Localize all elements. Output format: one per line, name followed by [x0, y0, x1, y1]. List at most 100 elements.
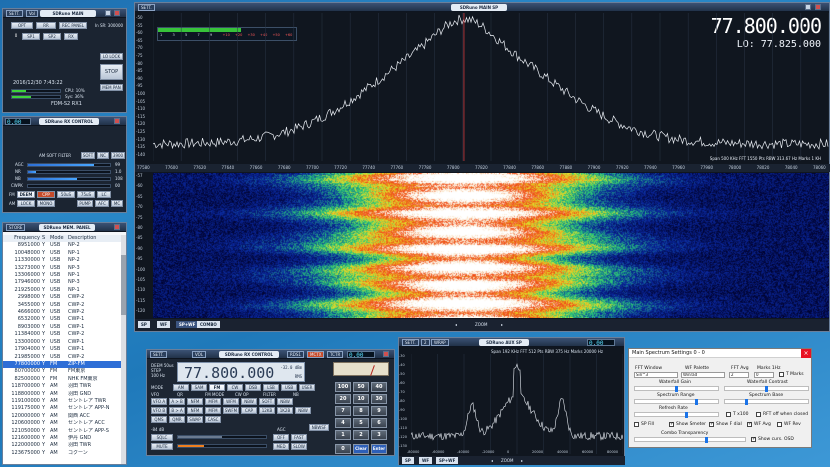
- memory-row[interactable]: 11384000 Y USB CWP-2: [3, 331, 122, 338]
- memory-row[interactable]: 119100000 Y AM セントレア TWR: [3, 398, 122, 405]
- aux-zoom-minus-icon[interactable]: ◂: [491, 458, 493, 463]
- aux-number-button[interactable]: 2: [421, 339, 430, 346]
- rds1-button[interactable]: RDS1: [287, 351, 304, 358]
- zero-button[interactable]: 0: [11, 33, 21, 40]
- key-7[interactable]: 7: [335, 406, 351, 416]
- 50us-button[interactable]: 50uS: [57, 191, 75, 198]
- memory-row[interactable]: 123675000 Y AM コクーン: [3, 450, 122, 457]
- memory-row[interactable]: 21925000 Y USB NP-1: [3, 287, 122, 294]
- memory-scrollbar[interactable]: [121, 235, 126, 464]
- key-8[interactable]: 8: [353, 406, 369, 416]
- combo-transparency-slider[interactable]: [634, 437, 746, 443]
- minimize-icon[interactable]: [105, 10, 111, 16]
- mode-button-mfm[interactable]: MFM: [205, 407, 221, 414]
- mode-button-usb[interactable]: USB: [281, 384, 297, 391]
- mode-button-12kb[interactable]: 12KB: [259, 407, 275, 414]
- key-6[interactable]: 6: [371, 418, 387, 428]
- mode-button-a-b[interactable]: A > B: [169, 398, 185, 405]
- zoom-plus-icon[interactable]: ▸: [501, 322, 503, 327]
- marks-select[interactable]: 0: [754, 372, 774, 378]
- memory-row[interactable]: 122000000 Y AM 羽田 TWR: [3, 442, 122, 449]
- wf-view-button[interactable]: WF: [157, 321, 171, 328]
- mc-button[interactable]: MC: [111, 200, 123, 207]
- tctr-button[interactable]: TCTR: [327, 351, 344, 358]
- sp-fill-checkbox[interactable]: [634, 422, 639, 427]
- agc-slow-button[interactable]: SLOW: [291, 443, 307, 450]
- squelch-slider[interactable]: [177, 435, 267, 439]
- sett-button[interactable]: SETT.: [150, 351, 167, 358]
- waterfall-gain-slider[interactable]: [634, 386, 719, 392]
- mode-button-cap[interactable]: CAP: [241, 407, 257, 414]
- close-icon[interactable]: [383, 351, 389, 357]
- mode-button-nbw[interactable]: NBW: [241, 398, 257, 405]
- combo-view-button[interactable]: COMBO: [197, 321, 220, 328]
- 75us-button[interactable]: 75uS: [77, 191, 95, 198]
- memory-row[interactable]: 11330000 Y USB NP-2: [3, 257, 122, 264]
- mctx-button[interactable]: MCTX: [307, 351, 325, 358]
- sett-button[interactable]: SETT.: [402, 339, 419, 346]
- memory-panel-titlebar[interactable]: STORE SDRuno MEM. PANEL: [3, 223, 126, 232]
- key-2[interactable]: 2: [353, 430, 369, 440]
- rft-off-checkbox[interactable]: [756, 412, 761, 417]
- memory-row[interactable]: 77800000 Y FM ZIP-FM: [3, 360, 122, 369]
- mode-button-am[interactable]: AM: [173, 384, 189, 391]
- enter-button[interactable]: Enter: [371, 444, 387, 454]
- memory-row[interactable]: 118700000 Y AM 羽田 TWR: [3, 383, 122, 390]
- sett-button[interactable]: SETT.: [6, 10, 23, 17]
- key-50[interactable]: 50: [353, 382, 369, 392]
- mode-button-cw[interactable]: CW: [227, 384, 243, 391]
- store-button[interactable]: STORE: [6, 224, 26, 231]
- show-curs-checkbox[interactable]: [751, 436, 756, 442]
- wrap-button[interactable]: WRAP: [431, 339, 449, 346]
- mode-button-nbw[interactable]: NBW: [277, 398, 293, 405]
- nbwsf-button[interactable]: NBWSF: [309, 424, 329, 431]
- agc-off-button[interactable]: OFF: [273, 434, 289, 441]
- rr-button[interactable]: RR: [36, 22, 56, 29]
- memory-row[interactable]: 2998000 Y USB CWP-2: [3, 294, 122, 301]
- aux-sp-titlebar[interactable]: SETT. 2 WRAP SDRuno AUX SP 0.00: [399, 338, 624, 347]
- close-icon[interactable]: [114, 224, 120, 230]
- aux-spwf-button[interactable]: SP+WF: [436, 457, 459, 464]
- fft-window-select[interactable]: Sin^3: [634, 372, 678, 378]
- mode-button-nfm[interactable]: NFM: [187, 398, 203, 405]
- mode-button-nfm[interactable]: NFM: [187, 407, 203, 414]
- lc-button[interactable]: LC: [97, 191, 111, 198]
- nb-slider[interactable]: [27, 177, 111, 181]
- memory-row[interactable]: 17946000 Y USB NP-3: [3, 279, 122, 286]
- key-4[interactable]: 4: [335, 418, 351, 428]
- key-0[interactable]: 0: [335, 444, 351, 454]
- mode-button-sam[interactable]: SAM: [191, 384, 207, 391]
- afc-button[interactable]: AFC: [95, 200, 109, 207]
- wf-rev-checkbox[interactable]: [777, 422, 782, 427]
- memory-row[interactable]: 4666000 Y USB CWP-2: [3, 309, 122, 316]
- memory-scrollbar-thumb[interactable]: [121, 255, 126, 315]
- main-panel-titlebar[interactable]: SETT. Vol SDRuno MAIN: [3, 9, 126, 18]
- mode-button-dsb[interactable]: DSB: [245, 384, 261, 391]
- aux-spectrum-plot[interactable]: [411, 354, 623, 454]
- fft-avg-select[interactable]: 2: [729, 372, 749, 378]
- sett-button[interactable]: SETT.: [138, 4, 155, 11]
- soft-filter-button[interactable]: SOFT: [81, 152, 95, 159]
- minimize-icon[interactable]: [805, 4, 811, 10]
- memory-row[interactable]: 13273000 Y USB NP-3: [3, 265, 122, 272]
- memory-row[interactable]: 3455000 Y USB CWP-2: [3, 302, 122, 309]
- key-20[interactable]: 20: [335, 394, 351, 404]
- mode-button-mfm[interactable]: MFM: [205, 398, 221, 405]
- memory-row[interactable]: 82500000 Y FM NHK FM東京: [3, 376, 122, 383]
- nr-slider[interactable]: [27, 170, 111, 174]
- rx-control-main-titlebar[interactable]: SETT. VOL SDRuno RX CONTROL RDS1 MCTX TC…: [147, 350, 394, 359]
- nc-button[interactable]: NC: [97, 152, 109, 159]
- mode-button-1k2b[interactable]: 1K2B: [277, 407, 293, 414]
- memory-row[interactable]: 17904000 Y USB CWP-1: [3, 346, 122, 353]
- memory-row[interactable]: 121050000 Y AM セントレア APP-S: [3, 428, 122, 435]
- rec-panel-button[interactable]: REC PANEL: [59, 22, 87, 29]
- aux-zoom-plus-icon[interactable]: ▸: [521, 458, 523, 463]
- sp-view-button[interactable]: SP: [138, 321, 150, 328]
- rx-button[interactable]: RX: [64, 33, 78, 40]
- volume-slider[interactable]: [177, 444, 267, 448]
- agc-fast-button[interactable]: FAST: [291, 434, 307, 441]
- mode-button-wfm[interactable]: WFM: [223, 398, 239, 405]
- close-icon[interactable]: ×: [801, 349, 811, 358]
- col-mode[interactable]: Mode: [49, 235, 67, 243]
- col-frequency[interactable]: Frequency: [3, 235, 41, 243]
